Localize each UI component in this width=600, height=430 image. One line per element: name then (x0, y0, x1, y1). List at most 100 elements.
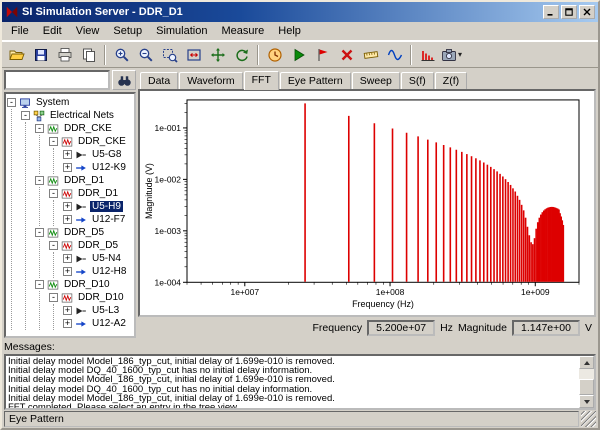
tab-z-f-[interactable]: Z(f) (435, 72, 467, 89)
fft-chart[interactable]: 1e+0071e+0081e+0091e-0011e-0021e-0031e-0… (141, 92, 593, 314)
menu-setup[interactable]: Setup (106, 23, 149, 39)
minimize-button[interactable] (543, 5, 559, 19)
zoom-fit-button[interactable] (182, 44, 205, 66)
scroll-down-button[interactable] (579, 395, 594, 408)
tree-item-u12-f7[interactable]: + U12-F7 (63, 213, 133, 226)
tree-expander[interactable]: + (63, 254, 72, 263)
tree-item-electrical-nets[interactable]: -Electrical Nets (21, 109, 133, 122)
tree-search-row (4, 70, 136, 90)
receiver-pin-icon (75, 214, 87, 226)
find-button[interactable] (112, 70, 136, 90)
tree-expander[interactable]: - (49, 293, 58, 302)
titlebar[interactable]: SI Simulation Server - DDR_D1 (2, 2, 598, 22)
tree-expander[interactable]: + (63, 267, 72, 276)
spectrum-button[interactable] (416, 44, 439, 66)
main-area: -System-Electrical Nets-DDR_CKE-DDR_CKE+… (2, 68, 598, 340)
capture-button[interactable]: ▾ (440, 44, 463, 66)
messages-log: Initial delay model Model_186_typ_cut, i… (6, 356, 579, 408)
maximize-button[interactable] (561, 5, 577, 19)
tree-expander[interactable]: + (63, 215, 72, 224)
tree-search-input[interactable] (4, 70, 110, 90)
resize-grip[interactable] (581, 411, 596, 427)
delete-button[interactable] (335, 44, 358, 66)
tree-item-ddr-cke[interactable]: -DDR_CKE (35, 122, 133, 135)
toolbar-separator (410, 45, 412, 65)
tree-item-ddr-d1[interactable]: -DDR_D1 (35, 174, 133, 187)
tree-item-ddr-d5[interactable]: -DDR_D5 (49, 239, 133, 252)
tree-item-ddr-d10[interactable]: -DDR_D10 (35, 278, 133, 291)
tab-eye-pattern[interactable]: Eye Pattern (280, 72, 351, 89)
tree-item-u5-g8[interactable]: +U5-G8 (63, 148, 133, 161)
system-icon (19, 97, 31, 109)
tree-item-ddr-d5[interactable]: -DDR_D5 (35, 226, 133, 239)
tab-sweep[interactable]: Sweep (352, 72, 400, 89)
menu-help[interactable]: Help (271, 23, 308, 39)
measure-icon (363, 47, 379, 63)
scrollbar-track[interactable] (579, 369, 594, 395)
tree-item-ddr-cke[interactable]: -DDR_CKE (49, 135, 133, 148)
tree-item-u5-n4[interactable]: +U5-N4 (63, 252, 133, 265)
tree-expander[interactable]: - (7, 98, 16, 107)
tree-item-u12-h8[interactable]: +U12-H8 (63, 265, 133, 278)
tab-waveform[interactable]: Waveform (179, 72, 242, 89)
zoom-in-button[interactable] (110, 44, 133, 66)
open-button[interactable] (5, 44, 28, 66)
tree-item-u12-a2[interactable]: +U12-A2 (63, 317, 133, 330)
pan-button[interactable] (206, 44, 229, 66)
refresh-button[interactable] (230, 44, 253, 66)
tree-expander[interactable]: - (21, 111, 30, 120)
tree-item-label: U12-F7 (90, 214, 127, 225)
tree-expander[interactable]: + (63, 202, 72, 211)
tree-expander[interactable]: - (35, 228, 44, 237)
menu-view[interactable]: View (69, 23, 107, 39)
tree-expander[interactable]: - (49, 189, 58, 198)
zoom-out-button[interactable] (134, 44, 157, 66)
scroll-up-button[interactable] (579, 356, 594, 369)
driver-pin-icon (75, 305, 87, 317)
close-button[interactable] (579, 5, 595, 19)
menu-edit[interactable]: Edit (36, 23, 69, 39)
tree-item-u5-h9[interactable]: +U5-H9 (63, 200, 133, 213)
scrollbar-thumb[interactable] (579, 379, 594, 395)
tree-panel: -System-Electrical Nets-DDR_CKE-DDR_CKE+… (4, 70, 136, 338)
run-simulation-button[interactable] (287, 44, 310, 66)
tree-expander[interactable]: + (63, 150, 72, 159)
tree-expander[interactable]: - (35, 280, 44, 289)
tree-expander[interactable]: - (49, 137, 58, 146)
clock-button[interactable] (263, 44, 286, 66)
tab-s-f-[interactable]: S(f) (401, 72, 434, 89)
svg-text:1e-001: 1e-001 (155, 123, 182, 133)
tree-item-system[interactable]: -System (7, 96, 133, 109)
nets-icon (33, 110, 45, 122)
menu-simulation[interactable]: Simulation (149, 23, 214, 39)
save-button[interactable] (29, 44, 52, 66)
tree-expander[interactable]: - (49, 241, 58, 250)
copy-button[interactable] (77, 44, 100, 66)
tree-expander[interactable]: + (63, 163, 72, 172)
net-icon (61, 292, 73, 304)
menu-measure[interactable]: Measure (214, 23, 271, 39)
marker-button[interactable] (311, 44, 334, 66)
tab-fft[interactable]: FFT (244, 71, 279, 90)
tree-expander[interactable]: - (35, 176, 44, 185)
print-icon (57, 47, 73, 63)
tree-item-u12-k9[interactable]: +U12-K9 (63, 161, 133, 174)
tab-data[interactable]: Data (140, 72, 178, 89)
waveform-button[interactable] (383, 44, 406, 66)
zoom-window-button[interactable] (158, 44, 181, 66)
measure-button[interactable] (359, 44, 382, 66)
arrow-down-icon (584, 400, 590, 404)
tree-item-ddr-d1[interactable]: -DDR_D1 (49, 187, 133, 200)
messages-box: Initial delay model Model_186_typ_cut, i… (4, 354, 596, 410)
menu-file[interactable]: File (4, 23, 36, 39)
tree-box: -System-Electrical Nets-DDR_CKE-DDR_CKE+… (4, 92, 136, 338)
tree-item-u5-l3[interactable]: +U5-L3 (63, 304, 133, 317)
messages-scrollbar[interactable] (579, 356, 594, 408)
delete-icon (339, 47, 355, 63)
tree-expander[interactable]: + (63, 319, 72, 328)
tree-expander[interactable]: + (63, 306, 72, 315)
driver-pin-icon (75, 149, 87, 161)
tree-item-ddr-d10[interactable]: -DDR_D10 (49, 291, 133, 304)
tree-expander[interactable]: - (35, 124, 44, 133)
print-button[interactable] (53, 44, 76, 66)
